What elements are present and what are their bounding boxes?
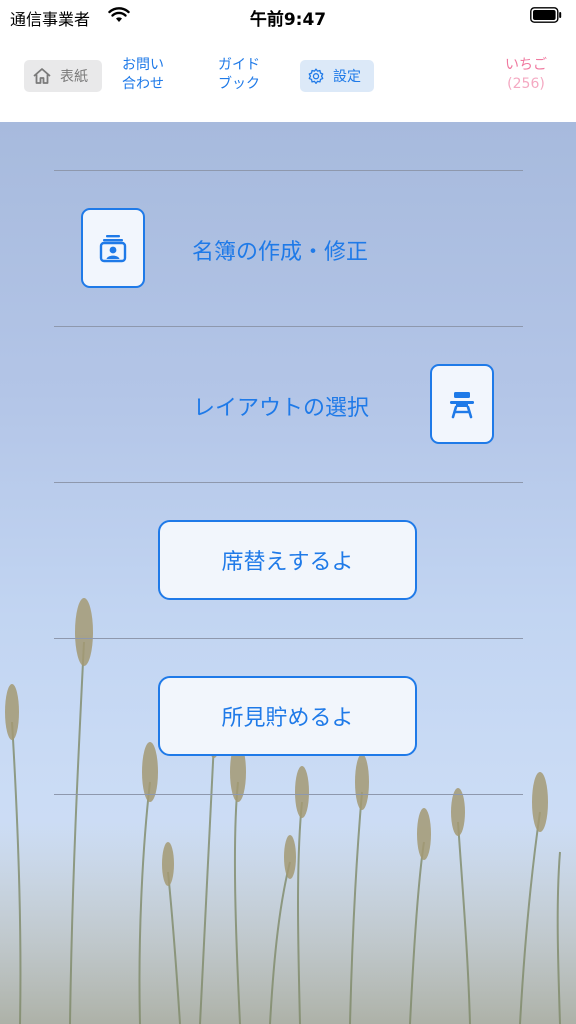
notes-button[interactable]: 所見貯めるよ bbox=[158, 676, 417, 756]
top-navigation: 表紙 お問い 合わせ ガイド ブック 設定 いちご (256) bbox=[0, 34, 576, 122]
roster-label[interactable]: 名簿の作成・修正 bbox=[192, 234, 368, 266]
guidebook-button[interactable]: ガイド ブック bbox=[218, 56, 274, 94]
guidebook-label-line1: ガイド bbox=[218, 57, 260, 73]
contact-card-stack-icon bbox=[99, 235, 127, 263]
contact-label-line1: お問い bbox=[122, 57, 164, 73]
gear-icon bbox=[308, 68, 324, 84]
current-user[interactable]: いちご (256) bbox=[490, 56, 562, 94]
divider bbox=[54, 794, 523, 795]
divider bbox=[54, 638, 523, 639]
home-button[interactable]: 表紙 bbox=[24, 60, 102, 92]
school-desk-icon bbox=[450, 392, 474, 419]
settings-button[interactable]: 設定 bbox=[300, 60, 374, 92]
divider bbox=[54, 170, 523, 171]
seat-change-button[interactable]: 席替えするよ bbox=[158, 520, 417, 600]
settings-label: 設定 bbox=[333, 69, 361, 85]
divider bbox=[54, 482, 523, 483]
home-label: 表紙 bbox=[60, 69, 88, 85]
status-bar: 通信事業者 午前9:47 bbox=[0, 0, 576, 34]
user-name: いちご bbox=[505, 57, 547, 73]
battery-icon bbox=[530, 7, 562, 23]
layout-label[interactable]: レイアウトの選択 bbox=[193, 390, 369, 422]
roster-button[interactable] bbox=[81, 208, 145, 288]
clock: 午前9:47 bbox=[249, 10, 327, 30]
layout-button[interactable] bbox=[430, 364, 494, 444]
contact-label-line2: 合わせ bbox=[122, 76, 164, 92]
user-count: (256) bbox=[507, 76, 545, 92]
guidebook-label-line2: ブック bbox=[218, 76, 260, 92]
divider bbox=[54, 326, 523, 327]
house-icon bbox=[33, 68, 51, 84]
contact-button[interactable]: お問い 合わせ bbox=[122, 56, 178, 94]
